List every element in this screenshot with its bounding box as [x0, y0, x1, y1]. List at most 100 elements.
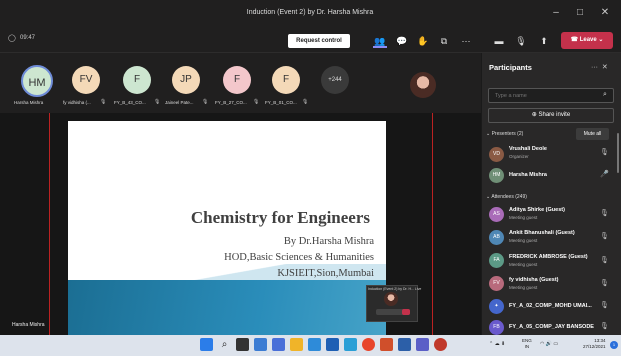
avatar: AB	[489, 230, 504, 245]
mic-icon[interactable]: 🎤	[600, 170, 609, 178]
participant-name: fy vidhisha (...	[63, 100, 91, 105]
attendees-header[interactable]: ⌄ Attendees (249)	[486, 194, 527, 200]
people-icon[interactable]: 👥	[373, 34, 387, 48]
mic-off-icon: 🎙	[302, 99, 309, 105]
pip-photo	[384, 292, 398, 306]
presenters-label: Presenters (2)	[491, 131, 524, 137]
mic-off-icon: 🎙	[100, 99, 107, 105]
panel-scrollbar[interactable]	[617, 133, 619, 173]
leave-button[interactable]: ☎ Leave ⌄	[561, 32, 613, 49]
participant-role: Meeting guest	[509, 285, 538, 290]
start-icon[interactable]	[200, 338, 213, 351]
avatar[interactable]: F	[272, 66, 300, 94]
share-invite-button[interactable]: ⊕ Share invite	[488, 108, 614, 123]
attendees-label: Attendees (249)	[491, 194, 527, 200]
raise-hand-icon[interactable]: ✋	[416, 34, 430, 48]
presenters-header[interactable]: ⌄ Presenters (2)	[486, 131, 523, 137]
clock[interactable]: 13:34 27/12/2021	[583, 338, 606, 350]
rooms-icon[interactable]: ⧉	[437, 34, 451, 48]
panel-title: Participants	[489, 63, 532, 72]
participant-role: Organizer	[509, 154, 529, 159]
language-indicator[interactable]: ENG IN	[522, 338, 532, 350]
meeting-timer: 09:47	[20, 35, 36, 41]
participant-name[interactable]: fy vidhisha (Guest)	[509, 277, 559, 283]
clock-date: 27/12/2021	[583, 344, 606, 349]
avatar: HM	[489, 168, 504, 183]
mic-off-icon[interactable]: 🎙	[600, 209, 609, 217]
panel-controls[interactable]: ··· ✕	[591, 63, 608, 71]
camera-off-icon[interactable]: ▬	[492, 34, 506, 48]
powerpoint-icon[interactable]	[380, 338, 393, 351]
chat-icon[interactable]: 💬	[395, 34, 409, 48]
mic-off-icon[interactable]: 🎙	[600, 279, 609, 287]
app-icon[interactable]	[434, 338, 447, 351]
pip-controls[interactable]	[376, 309, 410, 315]
store-icon[interactable]	[326, 338, 339, 351]
avatar[interactable]: F	[123, 66, 151, 94]
participant-name: Jaineel Pate...	[165, 100, 194, 105]
mic-off-icon: 🎙	[154, 99, 161, 105]
chrome-icon[interactable]	[362, 338, 375, 351]
slide-title: Chemistry for Engineers	[190, 208, 370, 227]
mute-all-button[interactable]: Mute all	[576, 128, 609, 140]
share-icon[interactable]: ⬆	[537, 34, 551, 48]
mic-off-icon[interactable]: 🎙	[600, 301, 609, 309]
mic-off-icon[interactable]: 🎙	[514, 34, 528, 48]
participant-name[interactable]: Vrushali Deole	[509, 146, 547, 152]
avatar: FA	[489, 253, 504, 268]
mic-off-icon[interactable]: 🎙	[600, 322, 609, 330]
slide-decoration	[68, 280, 386, 337]
avatar[interactable]: HM	[21, 65, 53, 97]
pip-title: Induction (Event 2) by Dr. H... Live	[368, 287, 422, 291]
request-control-button[interactable]: Request control	[288, 34, 350, 48]
search-input[interactable]	[488, 88, 614, 103]
mic-off-icon: 🎙	[202, 99, 209, 105]
participant-name[interactable]: Harsha Mishra	[509, 172, 547, 178]
participant-name: Harsha Mishra	[14, 100, 44, 105]
leave-label: Leave	[579, 37, 597, 43]
participant-role: Meeting guest	[509, 262, 538, 267]
participant-name: FY_B_43_CO...	[114, 100, 146, 105]
widgets-icon[interactable]	[254, 338, 267, 351]
avatar[interactable]: JP	[172, 66, 200, 94]
participant-name[interactable]: Aditya Shirke (Guest)	[509, 207, 565, 213]
close-icon[interactable]: ✕	[596, 6, 614, 20]
notification-badge[interactable]: 1	[610, 341, 618, 349]
participant-name[interactable]: FY_A_05_COMP_JAY BANSODE	[509, 324, 594, 330]
minimize-icon[interactable]: –	[547, 6, 565, 20]
system-tray[interactable]: ⌃ ☁ ⬇	[489, 341, 505, 347]
window-title: Induction (Event 2) by Dr. Harsha Mishra	[246, 9, 374, 16]
search-icon[interactable]: ⌕	[603, 91, 607, 99]
slide-line: By Dr.Harsha Mishra	[283, 236, 374, 247]
participant-name[interactable]: FREDRICK AMBROSE (Guest)	[509, 254, 588, 260]
shield-icon: ◯	[8, 35, 16, 42]
maximize-icon[interactable]: □	[571, 6, 589, 20]
share-invite-label: Share invite	[538, 112, 571, 118]
edge-icon[interactable]	[308, 338, 321, 351]
file-explorer-icon[interactable]	[290, 338, 303, 351]
participant-name[interactable]: Ankit Bhanushali (Guest)	[509, 230, 575, 236]
more-icon[interactable]: ⋯	[459, 34, 473, 48]
mic-off-icon[interactable]: 🎙	[600, 148, 609, 156]
network-volume-icon[interactable]: ◠ 🔊 ▭	[540, 341, 558, 347]
avatar[interactable]: F	[223, 66, 251, 94]
search-icon[interactable]: ⌕	[218, 338, 231, 351]
mail-icon[interactable]	[344, 338, 357, 351]
mic-off-icon[interactable]: 🎙	[600, 256, 609, 264]
teams-icon[interactable]	[272, 338, 285, 351]
avatar[interactable]: FV	[72, 66, 100, 94]
slide-line: KJSIEIT,Sion,Mumbai	[277, 268, 374, 279]
participant-photo[interactable]	[410, 72, 436, 98]
participant-name[interactable]: FY_A_02_COMP_MOHD UMAI...	[509, 303, 592, 309]
task-view-icon[interactable]	[236, 338, 249, 351]
mic-off-icon: 🎙	[253, 99, 260, 105]
divider	[432, 113, 433, 335]
pip-leave-icon[interactable]	[402, 309, 410, 315]
more-participants-button[interactable]: +244	[321, 66, 349, 94]
speaker-label: Harsha Mishra	[12, 322, 45, 328]
participant-name: FY_B_27_CO...	[215, 100, 247, 105]
divider	[49, 113, 50, 335]
word-icon[interactable]	[398, 338, 411, 351]
mic-off-icon[interactable]: 🎙	[600, 232, 609, 240]
teams-app-icon[interactable]	[416, 338, 429, 351]
